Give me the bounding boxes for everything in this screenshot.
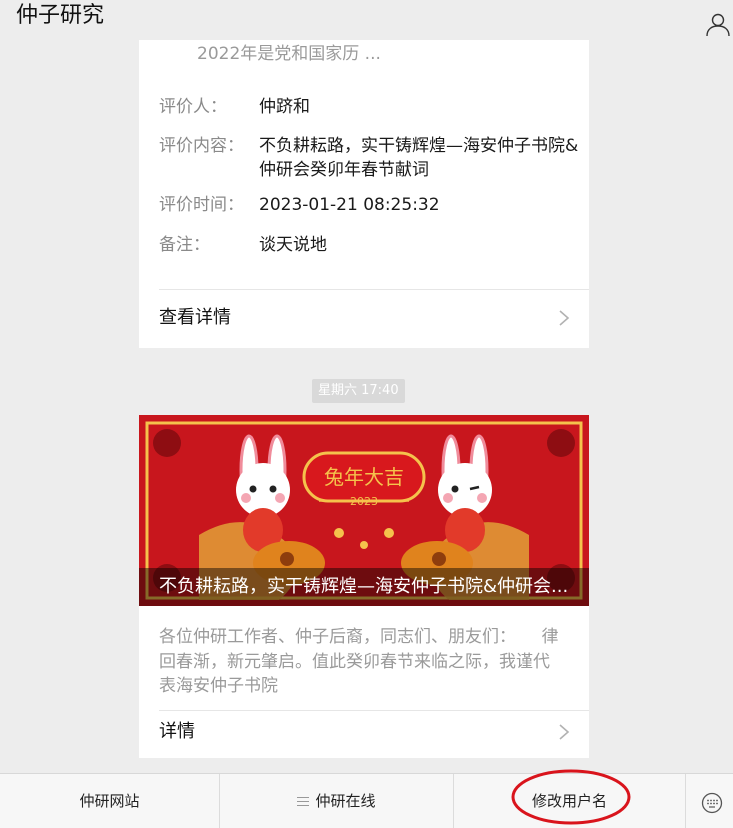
chevron-right-icon: [559, 724, 570, 740]
keyboard-icon[interactable]: [701, 792, 723, 814]
banner-text: 兔年大吉: [324, 465, 404, 489]
reviewer-value: 仲跻和: [259, 97, 310, 117]
article-details-link[interactable]: 详情: [139, 711, 589, 758]
article-digest: 各位仲研工作者、仲子后裔，同志们、朋友们： 律回春渐，新元肇启。值此癸卯春节来临…: [159, 627, 559, 696]
menu-item-online-label: 仲研在线: [315, 792, 376, 810]
review-content-value: 不负耕耘路，实干铸辉煌—海安仲子书院&仲研会癸卯年春节献词: [259, 136, 579, 180]
message-feed[interactable]: 2022年是党和国家历 ... 评价人： 仲跻和 评价内容： 不负耕耘路，实干铸…: [0, 40, 733, 773]
user-icon[interactable]: [705, 11, 731, 37]
reviewer-label: 评价人：: [159, 97, 227, 117]
review-content-label: 评价内容：: [159, 136, 244, 156]
review-time-value: 2023-01-21 08:25:32: [259, 195, 440, 215]
view-details-link[interactable]: 查看详情: [139, 290, 589, 346]
hamburger-icon: [297, 796, 310, 806]
article-title: 不负耕耘路，实干铸辉煌—海安仲子书院&仲研会...: [159, 576, 569, 597]
review-card: 2022年是党和国家历 ... 评价人： 仲跻和 评价内容： 不负耕耘路，实干铸…: [139, 40, 589, 348]
menu-item-website-label: 仲研网站: [79, 792, 140, 810]
menu-separator: [685, 774, 686, 828]
page-title: 仲子研究: [16, 3, 105, 28]
article-card[interactable]: 兔年大吉 2023 不负耕耘路，实干铸辉煌—海安仲子书院&仲研会... 各位仲研…: [139, 415, 589, 758]
top-bar: 仲子研究: [0, 0, 733, 40]
message-timestamp: 星期六 17:40: [312, 379, 405, 403]
view-details-label: 查看详情: [159, 307, 231, 328]
review-time-label: 评价时间：: [159, 195, 244, 215]
remark-label: 备注：: [159, 235, 210, 255]
cover-title-bar: 不负耕耘路，实干铸辉煌—海安仲子书院&仲研会...: [139, 568, 589, 606]
bottom-menu: 仲研网站 仲研在线 修改用户名: [0, 773, 733, 828]
year-text: 2023: [350, 495, 378, 508]
article-cover-image[interactable]: 兔年大吉 2023 不负耕耘路，实干铸辉煌—海安仲子书院&仲研会...: [139, 415, 589, 606]
menu-item-online[interactable]: 仲研在线: [220, 774, 453, 828]
menu-item-website[interactable]: 仲研网站: [0, 774, 219, 828]
article-details-label: 详情: [159, 721, 195, 742]
menu-item-change-username[interactable]: 修改用户名: [454, 774, 685, 828]
menu-item-change-username-label: 修改用户名: [531, 792, 607, 810]
clipped-summary: 2022年是党和国家历 ...: [197, 44, 381, 64]
remark-value: 谈天说地: [259, 235, 327, 255]
chevron-right-icon: [559, 310, 570, 326]
